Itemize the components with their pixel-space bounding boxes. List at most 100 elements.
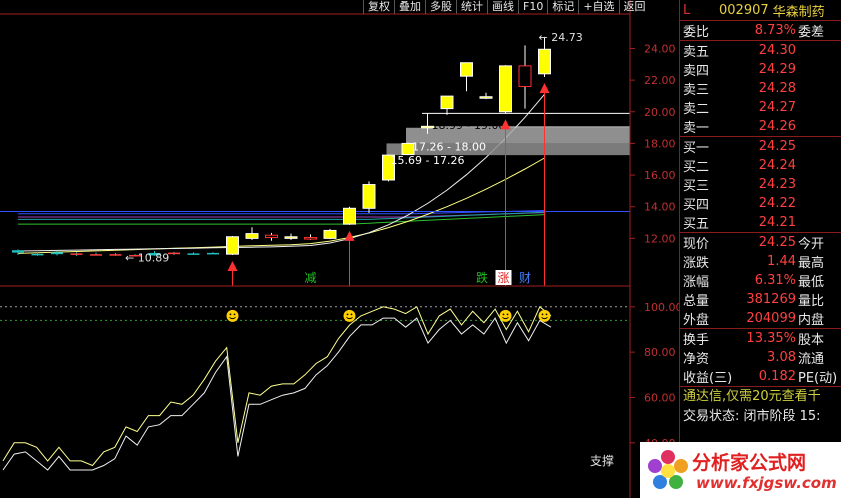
candle-body xyxy=(362,184,376,209)
candle-body xyxy=(109,254,122,256)
quote-extra-label: 股本 xyxy=(798,333,825,348)
candle-body xyxy=(518,65,532,87)
quote-row: 净资 3.08 流通 xyxy=(680,348,841,367)
y-tick-label: 16.00 xyxy=(644,169,676,182)
watermark-logo: 分析家公式网 www.fxjgsw.com xyxy=(640,442,841,498)
signal-text: 减 xyxy=(305,271,317,285)
quote-label: 买一 xyxy=(683,141,710,156)
quote-value: 8.73% xyxy=(754,23,796,38)
gap-range-label: 17.26 - 18.00 xyxy=(412,141,486,154)
candle-body xyxy=(460,62,473,77)
quote-value: 24.24 xyxy=(758,158,796,173)
smiley-icon xyxy=(226,309,239,322)
candle-body xyxy=(265,234,278,239)
quote-label: 买二 xyxy=(683,160,710,175)
quote-label: 总量 xyxy=(683,294,710,309)
quote-value: 24.28 xyxy=(758,81,796,96)
candle-body xyxy=(70,253,83,255)
quote-row: 委比 8.73% 委差 xyxy=(680,21,841,41)
mark-button[interactable]: 标记 xyxy=(547,0,578,14)
multi-stock-button[interactable]: 多股 xyxy=(425,0,456,14)
candle-body xyxy=(479,96,493,99)
candle-body xyxy=(31,253,44,256)
smiley-icon-eye xyxy=(233,313,236,316)
candle-body xyxy=(168,252,180,255)
flower-logo-icon xyxy=(648,450,688,489)
quote-label: 涨幅 xyxy=(683,275,710,290)
kline-chart-area: ← 10.89 ← 24.73 15.69 - 17.2617.26 - 18.00… xyxy=(0,0,679,498)
y-tick-label: 24.00 xyxy=(644,42,676,55)
f10-button[interactable]: F10 xyxy=(518,0,547,14)
quote-label: 涨跌 xyxy=(683,256,710,271)
quote-row: 买三 24.23 xyxy=(680,175,841,194)
quote-label: 卖四 xyxy=(683,64,710,79)
candle-body xyxy=(12,250,24,253)
stock-code: 002907 xyxy=(719,2,769,18)
quote-row: 总量 381269 量比 xyxy=(680,290,841,309)
statistics-button[interactable]: 统计 xyxy=(456,0,487,14)
quote-value: 13.35% xyxy=(746,331,796,346)
quote-panel: L 002907 华森制药 委比 8.73% 委差 卖五 24.30 卖四 24.29 卖三 2… xyxy=(679,0,841,498)
quote-value: 24.23 xyxy=(758,177,796,192)
candle-body xyxy=(284,236,298,239)
candle-body xyxy=(226,236,239,255)
candle-body xyxy=(343,207,356,225)
candle-body xyxy=(207,252,219,255)
quote-extra-label: 内盘 xyxy=(798,313,825,328)
quote-row: 卖一 24.26 xyxy=(680,117,841,137)
overlay-button[interactable]: 叠加 xyxy=(394,0,425,14)
signal-text: 跌 xyxy=(476,270,488,285)
candle-body xyxy=(187,253,200,255)
smiley-icon-eye xyxy=(506,313,509,316)
quote-label: 净资 xyxy=(683,352,710,367)
logo-title: 分析家公式网 xyxy=(692,452,807,474)
quote-label: 委比 xyxy=(683,25,710,40)
back-button[interactable]: 返回 xyxy=(618,0,650,14)
quote-value: 24.29 xyxy=(758,62,796,77)
candle-body xyxy=(440,95,454,110)
stock-name: 华森制药 xyxy=(772,4,825,20)
candle-body xyxy=(538,48,551,75)
candle-body xyxy=(304,237,317,240)
fuquan-button[interactable]: 复权 xyxy=(363,0,394,14)
high-price-label: ← 24.73 xyxy=(539,31,583,44)
quote-row: 卖三 24.28 xyxy=(680,79,841,98)
chart-background xyxy=(0,0,679,498)
smiley-icon-eye xyxy=(502,313,505,316)
smiley-icon-eye xyxy=(346,313,349,316)
quote-extra-label: 最低 xyxy=(798,275,825,290)
quote-rows: 委比 8.73% 委差 卖五 24.30 卖四 24.29 卖三 24.28 卖二 24.27 卖一 2… xyxy=(680,21,841,387)
support-label: 支撑 xyxy=(590,453,614,468)
y-tick-label: 20.00 xyxy=(644,106,676,119)
osc-y-tick-label: 80.00 xyxy=(644,346,676,359)
smiley-icon xyxy=(499,309,512,322)
draw-line-button[interactable]: 画线 xyxy=(487,0,518,14)
candle-body xyxy=(90,254,102,256)
quote-value: 24.26 xyxy=(758,119,796,134)
quote-row: 收益(三) 0.182 PE(动) xyxy=(680,367,841,387)
smiley-icon xyxy=(538,309,551,322)
quote-extra-label: 流通 xyxy=(798,352,825,367)
osc-y-tick-label: 100.00 xyxy=(644,301,679,314)
quote-value: 6.31% xyxy=(754,273,796,288)
ad-banner[interactable]: 通达信,仅需20元查看千 xyxy=(680,387,841,407)
signal-text: 财 xyxy=(519,271,531,285)
quote-row: 买二 24.24 xyxy=(680,156,841,175)
candle-body xyxy=(499,65,512,113)
toolbar: 复权 叠加 多股 统计 画线 F10 标记 +自选 返回 xyxy=(363,0,650,14)
quote-value: 24.22 xyxy=(758,196,796,211)
quote-row: 买一 24.25 xyxy=(680,137,841,156)
quote-row: 外盘 204099 内盘 xyxy=(680,309,841,329)
quote-label: 外盘 xyxy=(683,313,710,328)
gap-range-label: 15.69 - 17.26 xyxy=(391,154,465,167)
quote-extra-label: 今开 xyxy=(798,237,825,252)
quote-value: 24.30 xyxy=(758,43,796,58)
add-watchlist-button[interactable]: +自选 xyxy=(578,0,618,14)
quote-value: 24.21 xyxy=(758,215,796,230)
y-tick-label: 12.00 xyxy=(644,232,676,245)
quote-label: 卖一 xyxy=(683,121,710,136)
quote-label: 现价 xyxy=(683,237,710,252)
quote-row: 卖四 24.29 xyxy=(680,60,841,79)
quote-label: 买四 xyxy=(683,198,710,213)
quote-value: 204099 xyxy=(746,311,796,326)
